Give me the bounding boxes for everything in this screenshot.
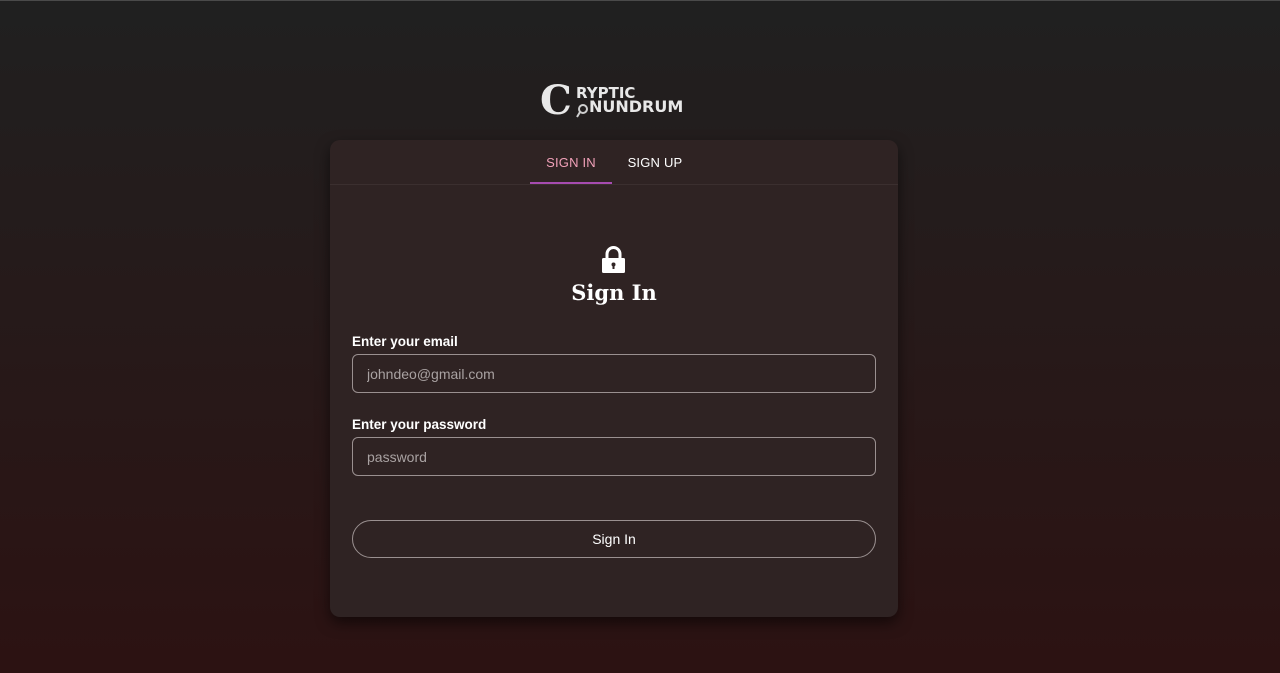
- email-label: Enter your email: [352, 334, 458, 349]
- form-title: Sign In: [571, 280, 657, 305]
- auth-card: SIGN IN SIGN UP Sign In Enter your email…: [330, 140, 898, 617]
- sign-in-button[interactable]: Sign In: [352, 520, 876, 558]
- auth-tabs: SIGN IN SIGN UP: [330, 140, 898, 185]
- email-field[interactable]: [352, 354, 876, 393]
- tab-sign-in[interactable]: SIGN IN: [530, 140, 612, 185]
- active-tab-indicator: [530, 182, 612, 184]
- tab-sign-up[interactable]: SIGN UP: [613, 140, 697, 185]
- password-field[interactable]: [352, 437, 876, 476]
- logo-letter: C: [540, 79, 572, 121]
- magnifier-icon: [578, 104, 588, 114]
- logo-line2: NUNDRUM: [589, 97, 683, 116]
- password-label: Enter your password: [352, 417, 487, 432]
- magnifier-handle: [576, 111, 581, 118]
- lock-icon: [602, 246, 625, 273]
- brand-logo: C RYPTIC NUNDRUM: [540, 79, 688, 121]
